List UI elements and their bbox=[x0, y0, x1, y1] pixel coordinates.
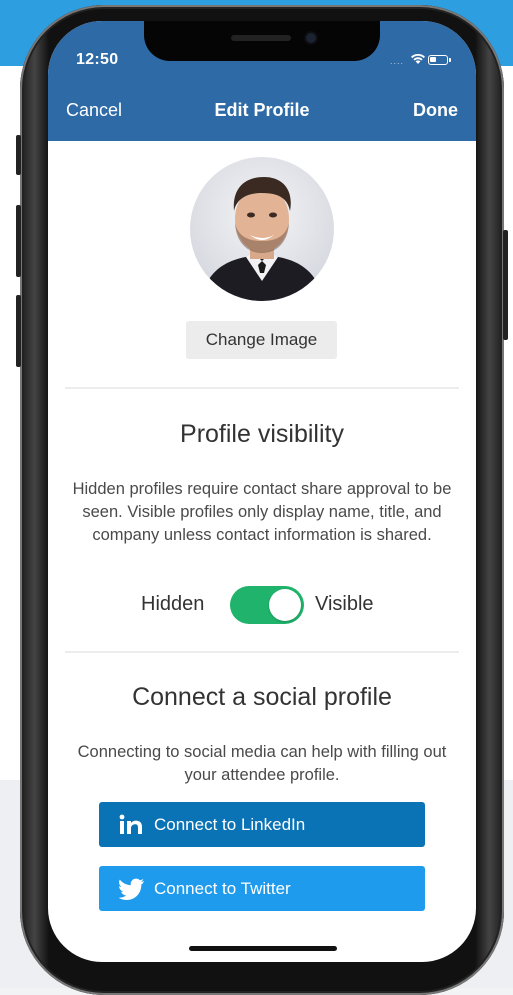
status-icons: .... bbox=[390, 51, 451, 69]
social-heading: Connect a social profile bbox=[132, 683, 392, 711]
toggle-knob bbox=[269, 589, 301, 621]
battery-icon bbox=[428, 55, 451, 65]
divider bbox=[65, 651, 459, 653]
linkedin-label: Connect to LinkedIn bbox=[154, 815, 306, 834]
hidden-label: Hidden bbox=[141, 593, 205, 615]
status-time: 12:50 bbox=[76, 51, 119, 68]
connect-twitter-button[interactable]: Connect to Twitter bbox=[99, 866, 425, 911]
change-image-button[interactable]: Change Image bbox=[186, 321, 337, 359]
visibility-heading: Profile visibility bbox=[180, 420, 344, 448]
done-button[interactable]: Done bbox=[413, 100, 458, 121]
volume-up-button bbox=[16, 205, 21, 277]
linkedin-icon bbox=[119, 814, 142, 834]
person-photo bbox=[200, 177, 324, 301]
visibility-description: Hidden profiles require contact share ap… bbox=[72, 480, 452, 544]
twitter-label: Connect to Twitter bbox=[154, 879, 291, 898]
connect-linkedin-button[interactable]: Connect to LinkedIn bbox=[99, 802, 425, 847]
twitter-icon bbox=[119, 878, 144, 900]
home-indicator bbox=[189, 946, 337, 951]
visibility-toggle[interactable] bbox=[230, 586, 304, 624]
volume-down-button bbox=[16, 295, 21, 367]
wifi-icon bbox=[411, 53, 425, 64]
power-button bbox=[503, 230, 508, 340]
notch bbox=[144, 21, 380, 61]
signal-icon: .... bbox=[390, 56, 405, 66]
profile-avatar bbox=[190, 157, 334, 301]
social-description: Connecting to social media can help with… bbox=[77, 743, 447, 784]
visible-label: Visible bbox=[315, 593, 374, 615]
phone-screen: 12:50 .... Cancel Edit Profile Done Chan… bbox=[48, 21, 476, 962]
phone-frame: 12:50 .... Cancel Edit Profile Done Chan… bbox=[16, 5, 508, 995]
divider bbox=[65, 387, 459, 389]
page-title: Edit Profile bbox=[214, 100, 310, 120]
mute-switch bbox=[16, 135, 21, 175]
